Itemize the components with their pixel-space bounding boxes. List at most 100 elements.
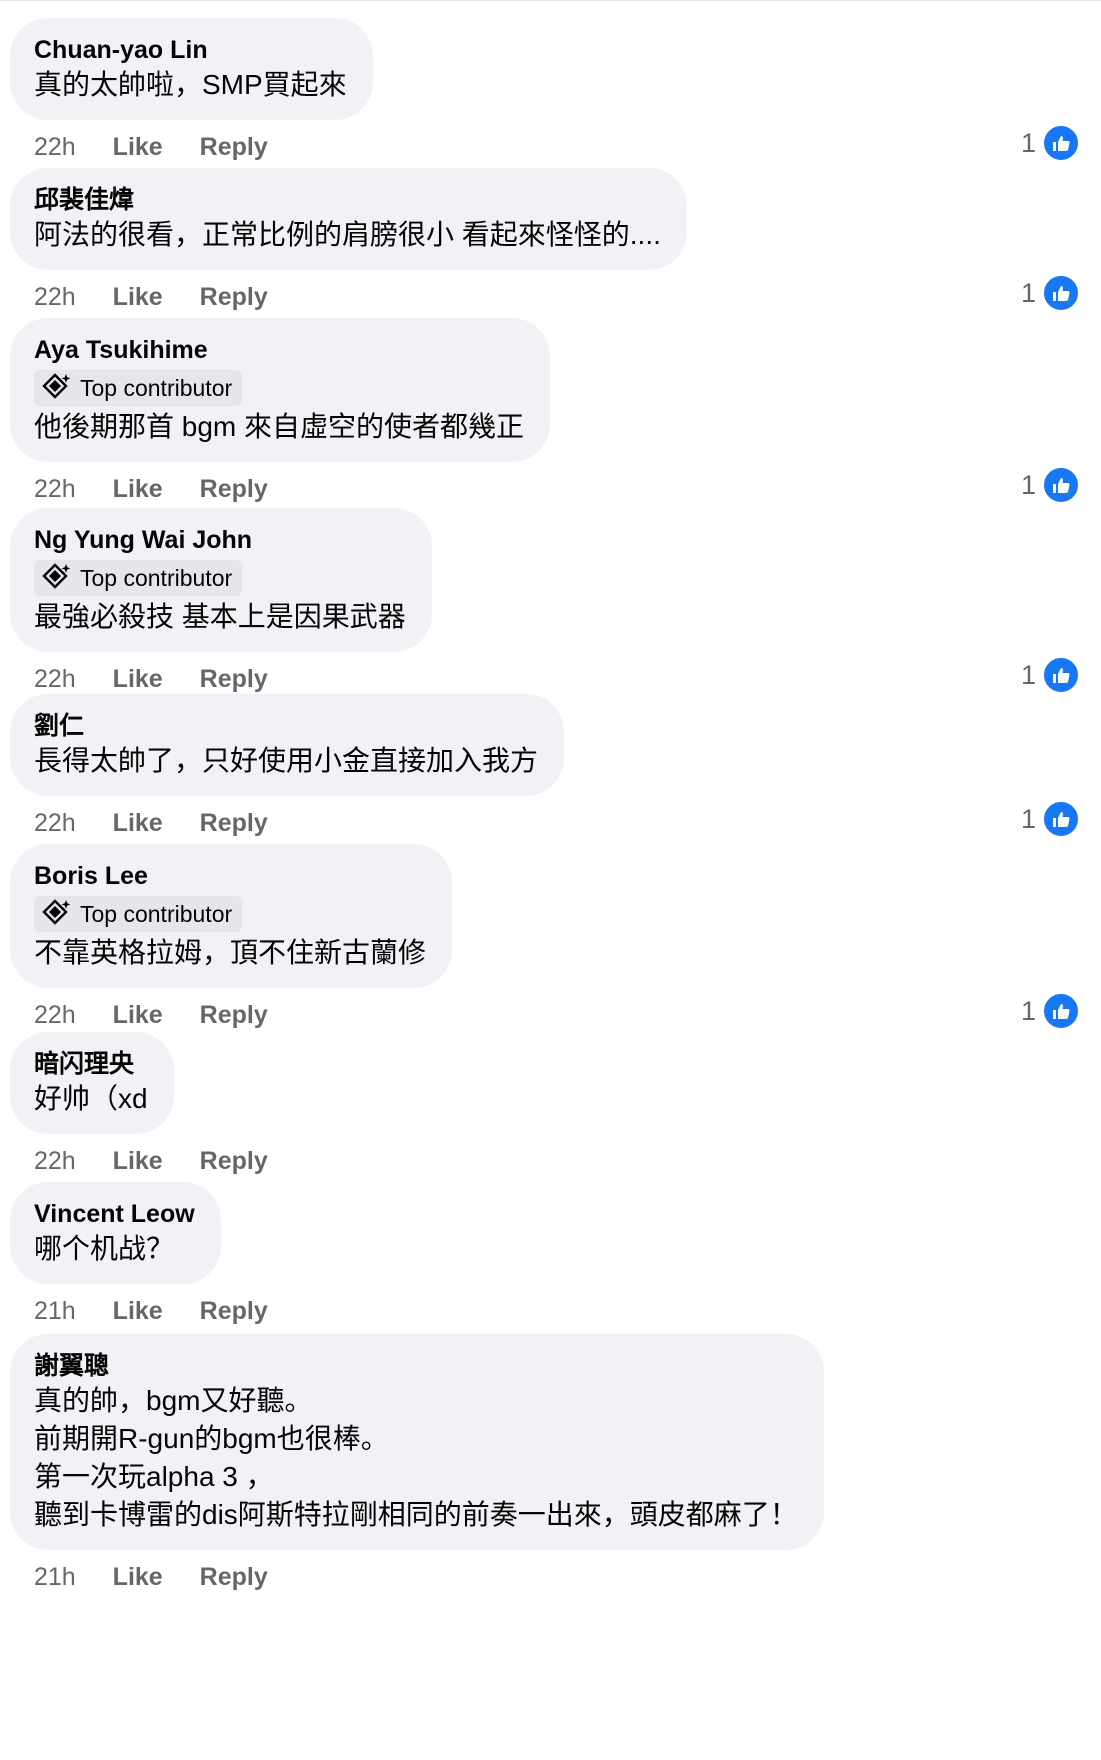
comment-bubble: Boris Lee Top contributor 不靠英格拉姆，頂不住新古蘭修: [10, 844, 453, 988]
like-button[interactable]: Like: [113, 1144, 163, 1178]
top-contributor-badge[interactable]: Top contributor: [34, 370, 243, 406]
comment-timestamp[interactable]: 22h: [34, 998, 76, 1032]
comment: 邱裴佳煒 阿法的很看，正常比例的肩膀很小 看起來怪怪的.... 22h Like…: [10, 168, 1090, 314]
comment-text: 哪个机战？: [34, 1233, 175, 1264]
like-button[interactable]: Like: [113, 806, 163, 840]
comment: Aya Tsukihime Top contributor 他後期那首 bgm …: [10, 318, 1090, 506]
badge-label: Top contributor: [80, 564, 233, 591]
comment-author[interactable]: 暗闪理央: [34, 1048, 148, 1080]
comment-timestamp[interactable]: 22h: [34, 472, 76, 506]
like-button[interactable]: Like: [113, 1294, 163, 1328]
comment-text: 真的太帥啦，SMP買起來: [34, 69, 347, 100]
like-thumb-icon: [1042, 800, 1080, 838]
comment-author[interactable]: 謝翼聰: [34, 1350, 798, 1382]
comment-text: 前期開R-gun的bgm也很棒。: [34, 1423, 389, 1454]
reply-button[interactable]: Reply: [200, 472, 268, 506]
like-button[interactable]: Like: [113, 662, 163, 696]
like-thumb-icon: [1042, 124, 1080, 162]
comment: Chuan-yao Lin 真的太帥啦，SMP買起來 22h Like Repl…: [10, 18, 1090, 164]
reply-button[interactable]: Reply: [200, 662, 268, 696]
comment: 暗闪理央 好帅（xd 22h Like Reply: [10, 1032, 1090, 1178]
top-contributor-badge[interactable]: Top contributor: [34, 896, 243, 932]
comment-text: 阿法的很看，正常比例的肩膀很小 看起來怪怪的....: [34, 219, 661, 250]
like-button[interactable]: Like: [113, 1560, 163, 1594]
comment-timestamp[interactable]: 21h: [34, 1294, 76, 1328]
comment-author[interactable]: Ng Yung Wai John: [34, 524, 406, 556]
comment-text: 最強必殺技 基本上是因果武器: [34, 601, 406, 632]
reaction-count-number: 1: [1020, 470, 1036, 500]
comment-timestamp[interactable]: 22h: [34, 280, 76, 314]
reply-button[interactable]: Reply: [200, 280, 268, 314]
comment: Ng Yung Wai John Top contributor 最強必殺技 基…: [10, 508, 1090, 696]
badge-label: Top contributor: [80, 374, 233, 401]
reaction-count-number: 1: [1020, 278, 1036, 308]
comment: Vincent Leow 哪个机战？ 21h Like Reply: [10, 1182, 1090, 1328]
top-divider: [0, 0, 1101, 1]
comment-text: 聽到卡博雷的dis阿斯特拉剛相同的前奏一出來，頭皮都麻了！: [34, 1499, 798, 1530]
comment-actions: 22h Like Reply: [10, 1144, 1090, 1178]
comment-bubble: Chuan-yao Lin 真的太帥啦，SMP買起來: [10, 18, 373, 120]
reaction-count-number: 1: [1020, 128, 1036, 158]
reply-button[interactable]: Reply: [200, 1560, 268, 1594]
like-thumb-icon: [1042, 992, 1080, 1030]
comment-author[interactable]: 邱裴佳煒: [34, 184, 661, 216]
reply-button[interactable]: Reply: [200, 1294, 268, 1328]
top-contributor-badge[interactable]: Top contributor: [34, 560, 243, 596]
reply-button[interactable]: Reply: [200, 1144, 268, 1178]
comment-bubble: 暗闪理央 好帅（xd: [10, 1032, 174, 1134]
top-contributor-badge-icon: [42, 899, 71, 925]
comment-bubble: 劉仁 長得太帥了，只好使用小金直接加入我方: [10, 694, 565, 796]
reaction-count[interactable]: 1: [1021, 274, 1080, 312]
like-thumb-icon: [1042, 656, 1080, 694]
like-thumb-icon: [1042, 274, 1080, 312]
like-thumb-icon: [1042, 466, 1080, 504]
reaction-count-number: 1: [1020, 996, 1036, 1026]
comment-actions: 21h Like Reply: [10, 1294, 1090, 1328]
comment-text: 好帅（xd: [34, 1083, 148, 1114]
reply-button[interactable]: Reply: [200, 806, 268, 840]
comment: 劉仁 長得太帥了，只好使用小金直接加入我方 22h Like Reply 1: [10, 694, 1090, 840]
comment-timestamp[interactable]: 22h: [34, 806, 76, 840]
like-button[interactable]: Like: [113, 280, 163, 314]
reaction-count-number: 1: [1020, 660, 1036, 690]
comment-actions: 22h Like Reply 1: [10, 124, 1090, 164]
comment-timestamp[interactable]: 22h: [34, 130, 76, 164]
comment-timestamp[interactable]: 22h: [34, 662, 76, 696]
comment-text: 第一次玩alpha 3 ，: [34, 1461, 274, 1492]
comment-actions: 22h Like Reply 1: [10, 274, 1090, 314]
reaction-count-number: 1: [1020, 804, 1036, 834]
comment-bubble: Vincent Leow 哪个机战？: [10, 1182, 221, 1284]
comment-author[interactable]: Vincent Leow: [34, 1198, 195, 1230]
comment-actions: 22h Like Reply 1: [10, 992, 1090, 1032]
comment-bubble: 謝翼聰 真的帥，bgm又好聽。 前期開R-gun的bgm也很棒。 第一次玩alp…: [10, 1334, 824, 1550]
reply-button[interactable]: Reply: [200, 998, 268, 1032]
comment: Boris Lee Top contributor 不靠英格拉姆，頂不住新古蘭修…: [10, 844, 1090, 1032]
reaction-count[interactable]: 1: [1021, 466, 1080, 504]
top-contributor-badge-icon: [42, 373, 71, 399]
like-button[interactable]: Like: [113, 998, 163, 1032]
comment-actions: 21h Like Reply: [10, 1560, 1090, 1594]
comment-actions: 22h Like Reply 1: [10, 800, 1090, 840]
like-button[interactable]: Like: [113, 130, 163, 164]
top-contributor-badge-icon: [42, 563, 71, 589]
comment-text: 長得太帥了，只好使用小金直接加入我方: [34, 745, 539, 776]
comment-bubble: 邱裴佳煒 阿法的很看，正常比例的肩膀很小 看起來怪怪的....: [10, 168, 687, 270]
reaction-count[interactable]: 1: [1021, 800, 1080, 838]
badge-label: Top contributor: [80, 900, 233, 927]
comment-text: 不靠英格拉姆，頂不住新古蘭修: [34, 937, 427, 968]
comment-author[interactable]: Aya Tsukihime: [34, 334, 524, 366]
reaction-count[interactable]: 1: [1021, 124, 1080, 162]
like-button[interactable]: Like: [113, 472, 163, 506]
comment-timestamp[interactable]: 21h: [34, 1560, 76, 1594]
comment: 謝翼聰 真的帥，bgm又好聽。 前期開R-gun的bgm也很棒。 第一次玩alp…: [10, 1334, 1090, 1594]
comment-bubble: Ng Yung Wai John Top contributor 最強必殺技 基…: [10, 508, 432, 652]
comment-author[interactable]: Boris Lee: [34, 860, 426, 892]
reaction-count[interactable]: 1: [1021, 992, 1080, 1030]
reply-button[interactable]: Reply: [200, 130, 268, 164]
reaction-count[interactable]: 1: [1021, 656, 1080, 694]
comment-author[interactable]: 劉仁: [34, 710, 538, 742]
comment-bubble: Aya Tsukihime Top contributor 他後期那首 bgm …: [10, 318, 551, 462]
comment-timestamp[interactable]: 22h: [34, 1144, 76, 1178]
comment-author[interactable]: Chuan-yao Lin: [34, 34, 347, 66]
comment-actions: 22h Like Reply 1: [10, 466, 1090, 506]
